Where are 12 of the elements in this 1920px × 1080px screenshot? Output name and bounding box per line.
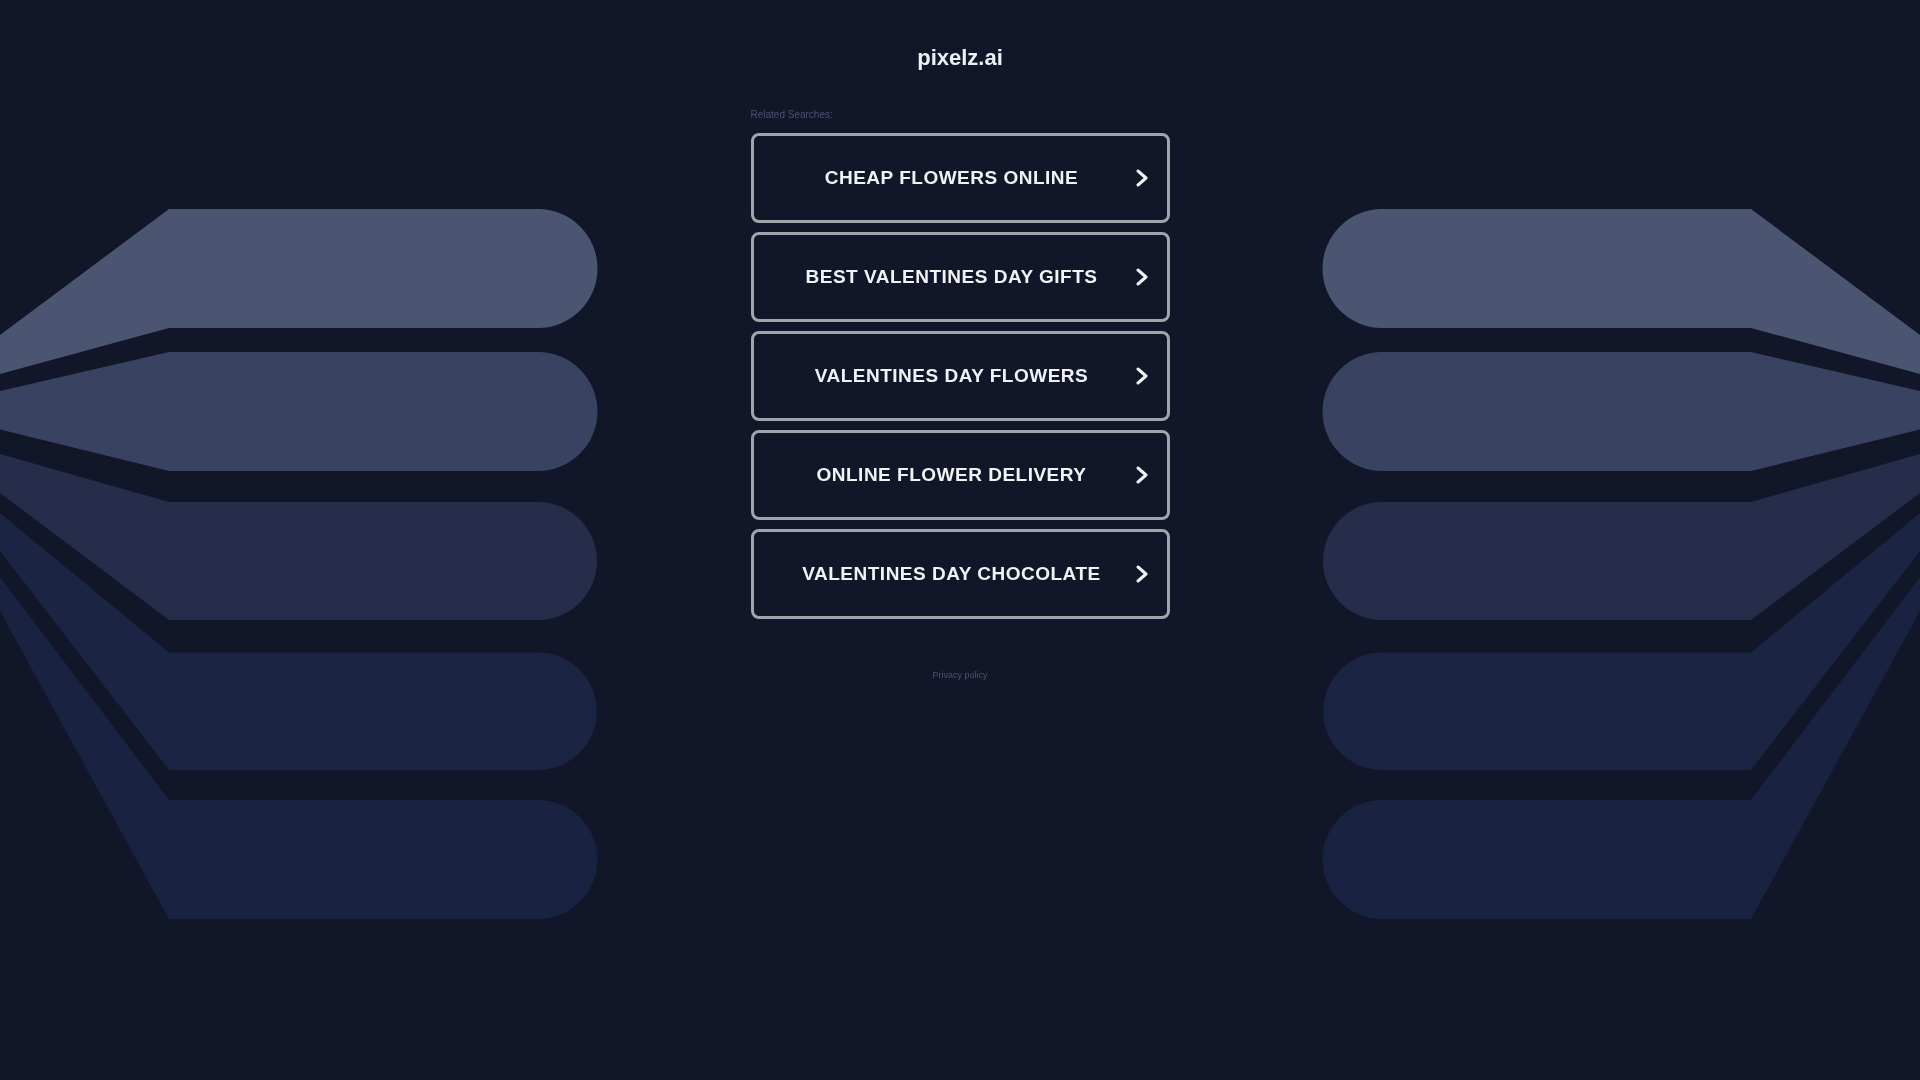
- chevron-right-icon: [1135, 565, 1148, 583]
- related-searches-label: Related Searches:: [750, 109, 833, 120]
- chevron-right-icon: [1135, 367, 1148, 385]
- related-search-button[interactable]: VALENTINES DAY CHOCOLATE: [750, 529, 1170, 619]
- related-search-button[interactable]: CHEAP FLOWERS ONLINE: [750, 133, 1170, 223]
- chevron-right-icon: [1135, 466, 1148, 484]
- chevron-right-icon: [1135, 268, 1148, 286]
- related-search-button[interactable]: ONLINE FLOWER DELIVERY: [750, 430, 1170, 520]
- related-search-button[interactable]: VALENTINES DAY FLOWERS: [750, 331, 1170, 421]
- related-search-button[interactable]: BEST VALENTINES DAY GIFTS: [750, 232, 1170, 322]
- chevron-right-icon: [1135, 169, 1148, 187]
- site-title: pixelz.ai: [917, 45, 1003, 71]
